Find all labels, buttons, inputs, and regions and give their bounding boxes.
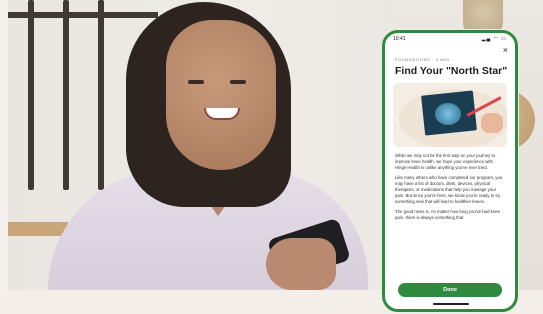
done-button[interactable]: Done: [398, 283, 502, 297]
status-icons: ▂▄ ◠ ▭: [481, 36, 507, 42]
lesson-illustration: [393, 83, 507, 147]
woman-eye: [230, 80, 246, 84]
lesson-eyebrow: FOUNDATIONS · 3 MIN: [395, 57, 450, 62]
wood-bench: [8, 222, 68, 236]
modal-header: ×: [385, 45, 515, 55]
home-indicator: [433, 303, 469, 305]
modal-body: While we may not be the first step on yo…: [385, 147, 515, 257]
phone-mockup: 10:41 ▂▄ ◠ ▭ × FOUNDATIONS · 3 MIN Find …: [382, 30, 518, 312]
body-paragraph: While we may not be the first step on yo…: [395, 153, 496, 171]
modal-title: Find Your "North Star": [395, 65, 508, 77]
illustration-star-map: [435, 103, 461, 125]
woman-eye: [188, 80, 204, 84]
woman-face: [166, 20, 276, 170]
status-time: 10:41: [393, 36, 406, 42]
stair-baluster: [63, 0, 69, 190]
close-icon[interactable]: ×: [503, 45, 508, 55]
woman-hand: [266, 238, 336, 290]
stair-baluster: [98, 0, 104, 190]
modal-footer: Done: [385, 283, 515, 297]
status-bar: 10:41 ▂▄ ◠ ▭: [385, 33, 515, 45]
stair-baluster: [28, 0, 34, 190]
body-paragraph: Like many others who have completed our …: [395, 174, 503, 205]
body-paragraph: The good news is, no matter how long you…: [395, 208, 500, 220]
illustration-hand: [481, 113, 503, 133]
